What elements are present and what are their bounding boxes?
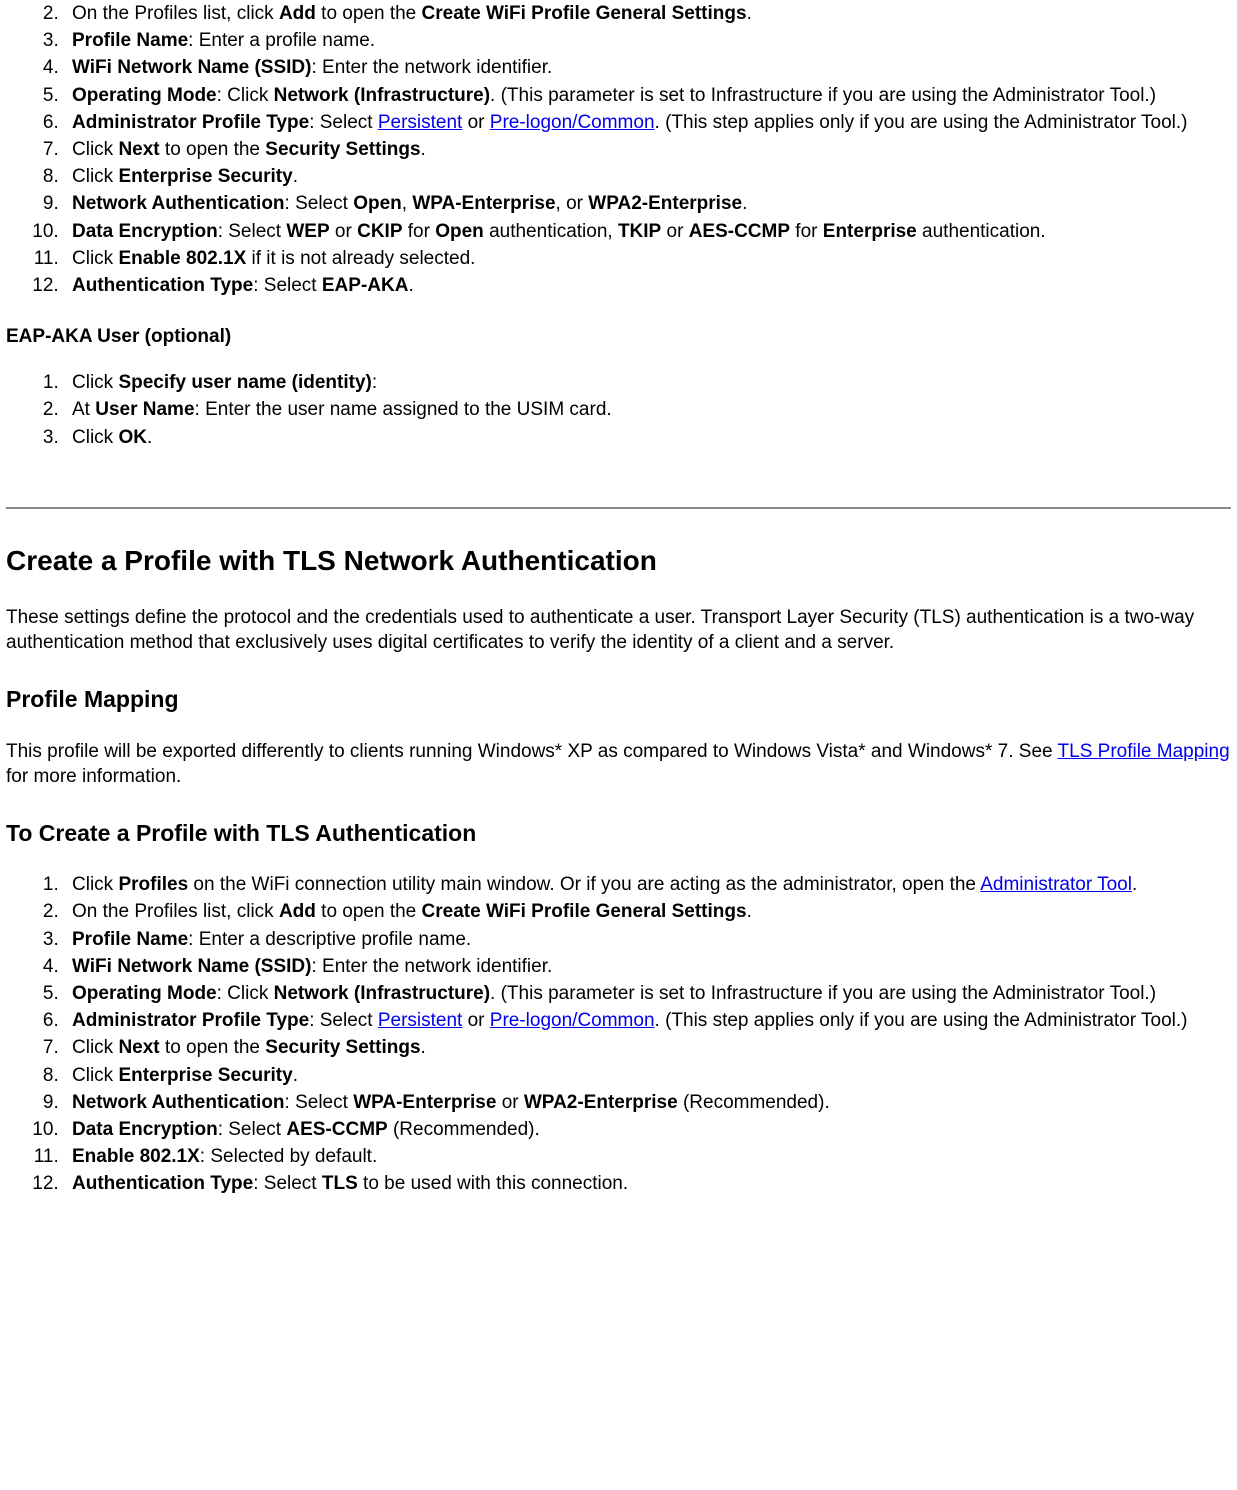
tls-intro-paragraph: These settings define the protocol and t… (6, 605, 1231, 655)
bold-text: Profile Name (72, 929, 188, 950)
bold-text: Network (Infrastructure) (274, 983, 490, 1004)
bold-text: TKIP (618, 221, 661, 242)
tls-profile-mapping-link[interactable]: TLS Profile Mapping (1058, 741, 1230, 762)
list-item: WiFi Network Name (SSID): Enter the netw… (64, 56, 1231, 81)
to-create-tls-profile-heading: To Create a Profile with TLS Authenticat… (6, 819, 1231, 849)
bold-text: Administrator Profile Type (72, 1010, 309, 1031)
bold-text: Data Encryption (72, 1119, 218, 1140)
bold-text: Add (279, 901, 316, 922)
link[interactable]: Persistent (378, 112, 462, 133)
bold-text: Create WiFi Profile General Settings (422, 3, 747, 24)
bold-text: Create WiFi Profile General Settings (422, 901, 747, 922)
list-item: On the Profiles list, click Add to open … (64, 2, 1231, 27)
list-item: Data Encryption: Select AES-CCMP (Recomm… (64, 1118, 1231, 1143)
bold-text: Enable 802.1X (118, 248, 246, 269)
list-item: Operating Mode: Click Network (Infrastru… (64, 84, 1231, 109)
eap-aka-user-heading: EAP-AKA User (optional) (6, 325, 1231, 350)
list-item: Click Specify user name (identity): (64, 371, 1231, 396)
list-item: Click Enterprise Security. (64, 1064, 1231, 1089)
bold-text: Operating Mode (72, 85, 217, 106)
bold-text: OK (118, 427, 147, 448)
bold-text: Network Authentication (72, 1092, 285, 1113)
bold-text: TLS (322, 1173, 358, 1194)
text: This profile will be exported differentl… (6, 741, 1058, 762)
bold-text: WPA2-Enterprise (524, 1092, 678, 1113)
bold-text: Security Settings (265, 139, 420, 160)
bold-text: Operating Mode (72, 983, 217, 1004)
bold-text: Enable 802.1X (72, 1146, 200, 1167)
divider (6, 507, 1231, 509)
bold-text: Administrator Profile Type (72, 112, 309, 133)
list-item: Enable 802.1X: Selected by default. (64, 1145, 1231, 1170)
link[interactable]: Pre-logon/Common (490, 1010, 655, 1031)
list-item: Administrator Profile Type: Select Persi… (64, 1009, 1231, 1034)
bold-text: Enterprise Security (118, 166, 292, 187)
bold-text: WiFi Network Name (SSID) (72, 57, 311, 78)
list-item: Network Authentication: Select WPA-Enter… (64, 1091, 1231, 1116)
link[interactable]: Persistent (378, 1010, 462, 1031)
list-item: Authentication Type: Select TLS to be us… (64, 1172, 1231, 1197)
bold-text: Open (353, 193, 402, 214)
eap-aka-steps-list: On the Profiles list, click Add to open … (6, 2, 1231, 299)
tls-steps-list: Click Profiles on the WiFi connection ut… (6, 873, 1231, 1197)
list-item: Profile Name: Enter a profile name. (64, 29, 1231, 54)
link[interactable]: Pre-logon/Common (490, 112, 655, 133)
bold-text: Enterprise (823, 221, 917, 242)
bold-text: Authentication Type (72, 275, 253, 296)
bold-text: Security Settings (265, 1037, 420, 1058)
text: for more information. (6, 766, 181, 787)
bold-text: Next (118, 139, 159, 160)
bold-text: WiFi Network Name (SSID) (72, 956, 311, 977)
bold-text: EAP-AKA (322, 275, 409, 296)
profile-mapping-paragraph: This profile will be exported differentl… (6, 739, 1231, 789)
bold-text: Open (435, 221, 484, 242)
bold-text: AES-CCMP (689, 221, 790, 242)
list-item: Click Next to open the Security Settings… (64, 1036, 1231, 1061)
list-item: Administrator Profile Type: Select Persi… (64, 111, 1231, 136)
bold-text: User Name (95, 399, 194, 420)
list-item: Network Authentication: Select Open, WPA… (64, 192, 1231, 217)
profile-mapping-heading: Profile Mapping (6, 685, 1231, 715)
list-item: Click Profiles on the WiFi connection ut… (64, 873, 1231, 898)
bold-text: Profiles (118, 874, 188, 895)
bold-text: Specify user name (identity) (118, 372, 371, 393)
list-item: Authentication Type: Select EAP-AKA. (64, 274, 1231, 299)
bold-text: Network (Infrastructure) (274, 85, 490, 106)
bold-text: Next (118, 1037, 159, 1058)
bold-text: CKIP (357, 221, 402, 242)
bold-text: WPA-Enterprise (353, 1092, 496, 1113)
tls-heading: Create a Profile with TLS Network Authen… (6, 543, 1231, 579)
list-item: At User Name: Enter the user name assign… (64, 398, 1231, 423)
list-item: Profile Name: Enter a descriptive profil… (64, 928, 1231, 953)
bold-text: AES-CCMP (286, 1119, 387, 1140)
list-item: Click Next to open the Security Settings… (64, 138, 1231, 163)
list-item: Click OK. (64, 426, 1231, 451)
eap-aka-user-steps-list: Click Specify user name (identity):At Us… (6, 371, 1231, 450)
list-item: Click Enterprise Security. (64, 165, 1231, 190)
bold-text: Add (279, 3, 316, 24)
link[interactable]: Administrator Tool (980, 874, 1132, 895)
list-item: WiFi Network Name (SSID): Enter the netw… (64, 955, 1231, 980)
list-item: Data Encryption: Select WEP or CKIP for … (64, 220, 1231, 245)
list-item: On the Profiles list, click Add to open … (64, 900, 1231, 925)
bold-text: Authentication Type (72, 1173, 253, 1194)
bold-text: Enterprise Security (118, 1065, 292, 1086)
bold-text: WPA2-Enterprise (588, 193, 742, 214)
bold-text: WPA-Enterprise (412, 193, 555, 214)
bold-text: Data Encryption (72, 221, 218, 242)
bold-text: WEP (286, 221, 329, 242)
bold-text: Profile Name (72, 30, 188, 51)
list-item: Operating Mode: Click Network (Infrastru… (64, 982, 1231, 1007)
bold-text: Network Authentication (72, 193, 285, 214)
list-item: Click Enable 802.1X if it is not already… (64, 247, 1231, 272)
